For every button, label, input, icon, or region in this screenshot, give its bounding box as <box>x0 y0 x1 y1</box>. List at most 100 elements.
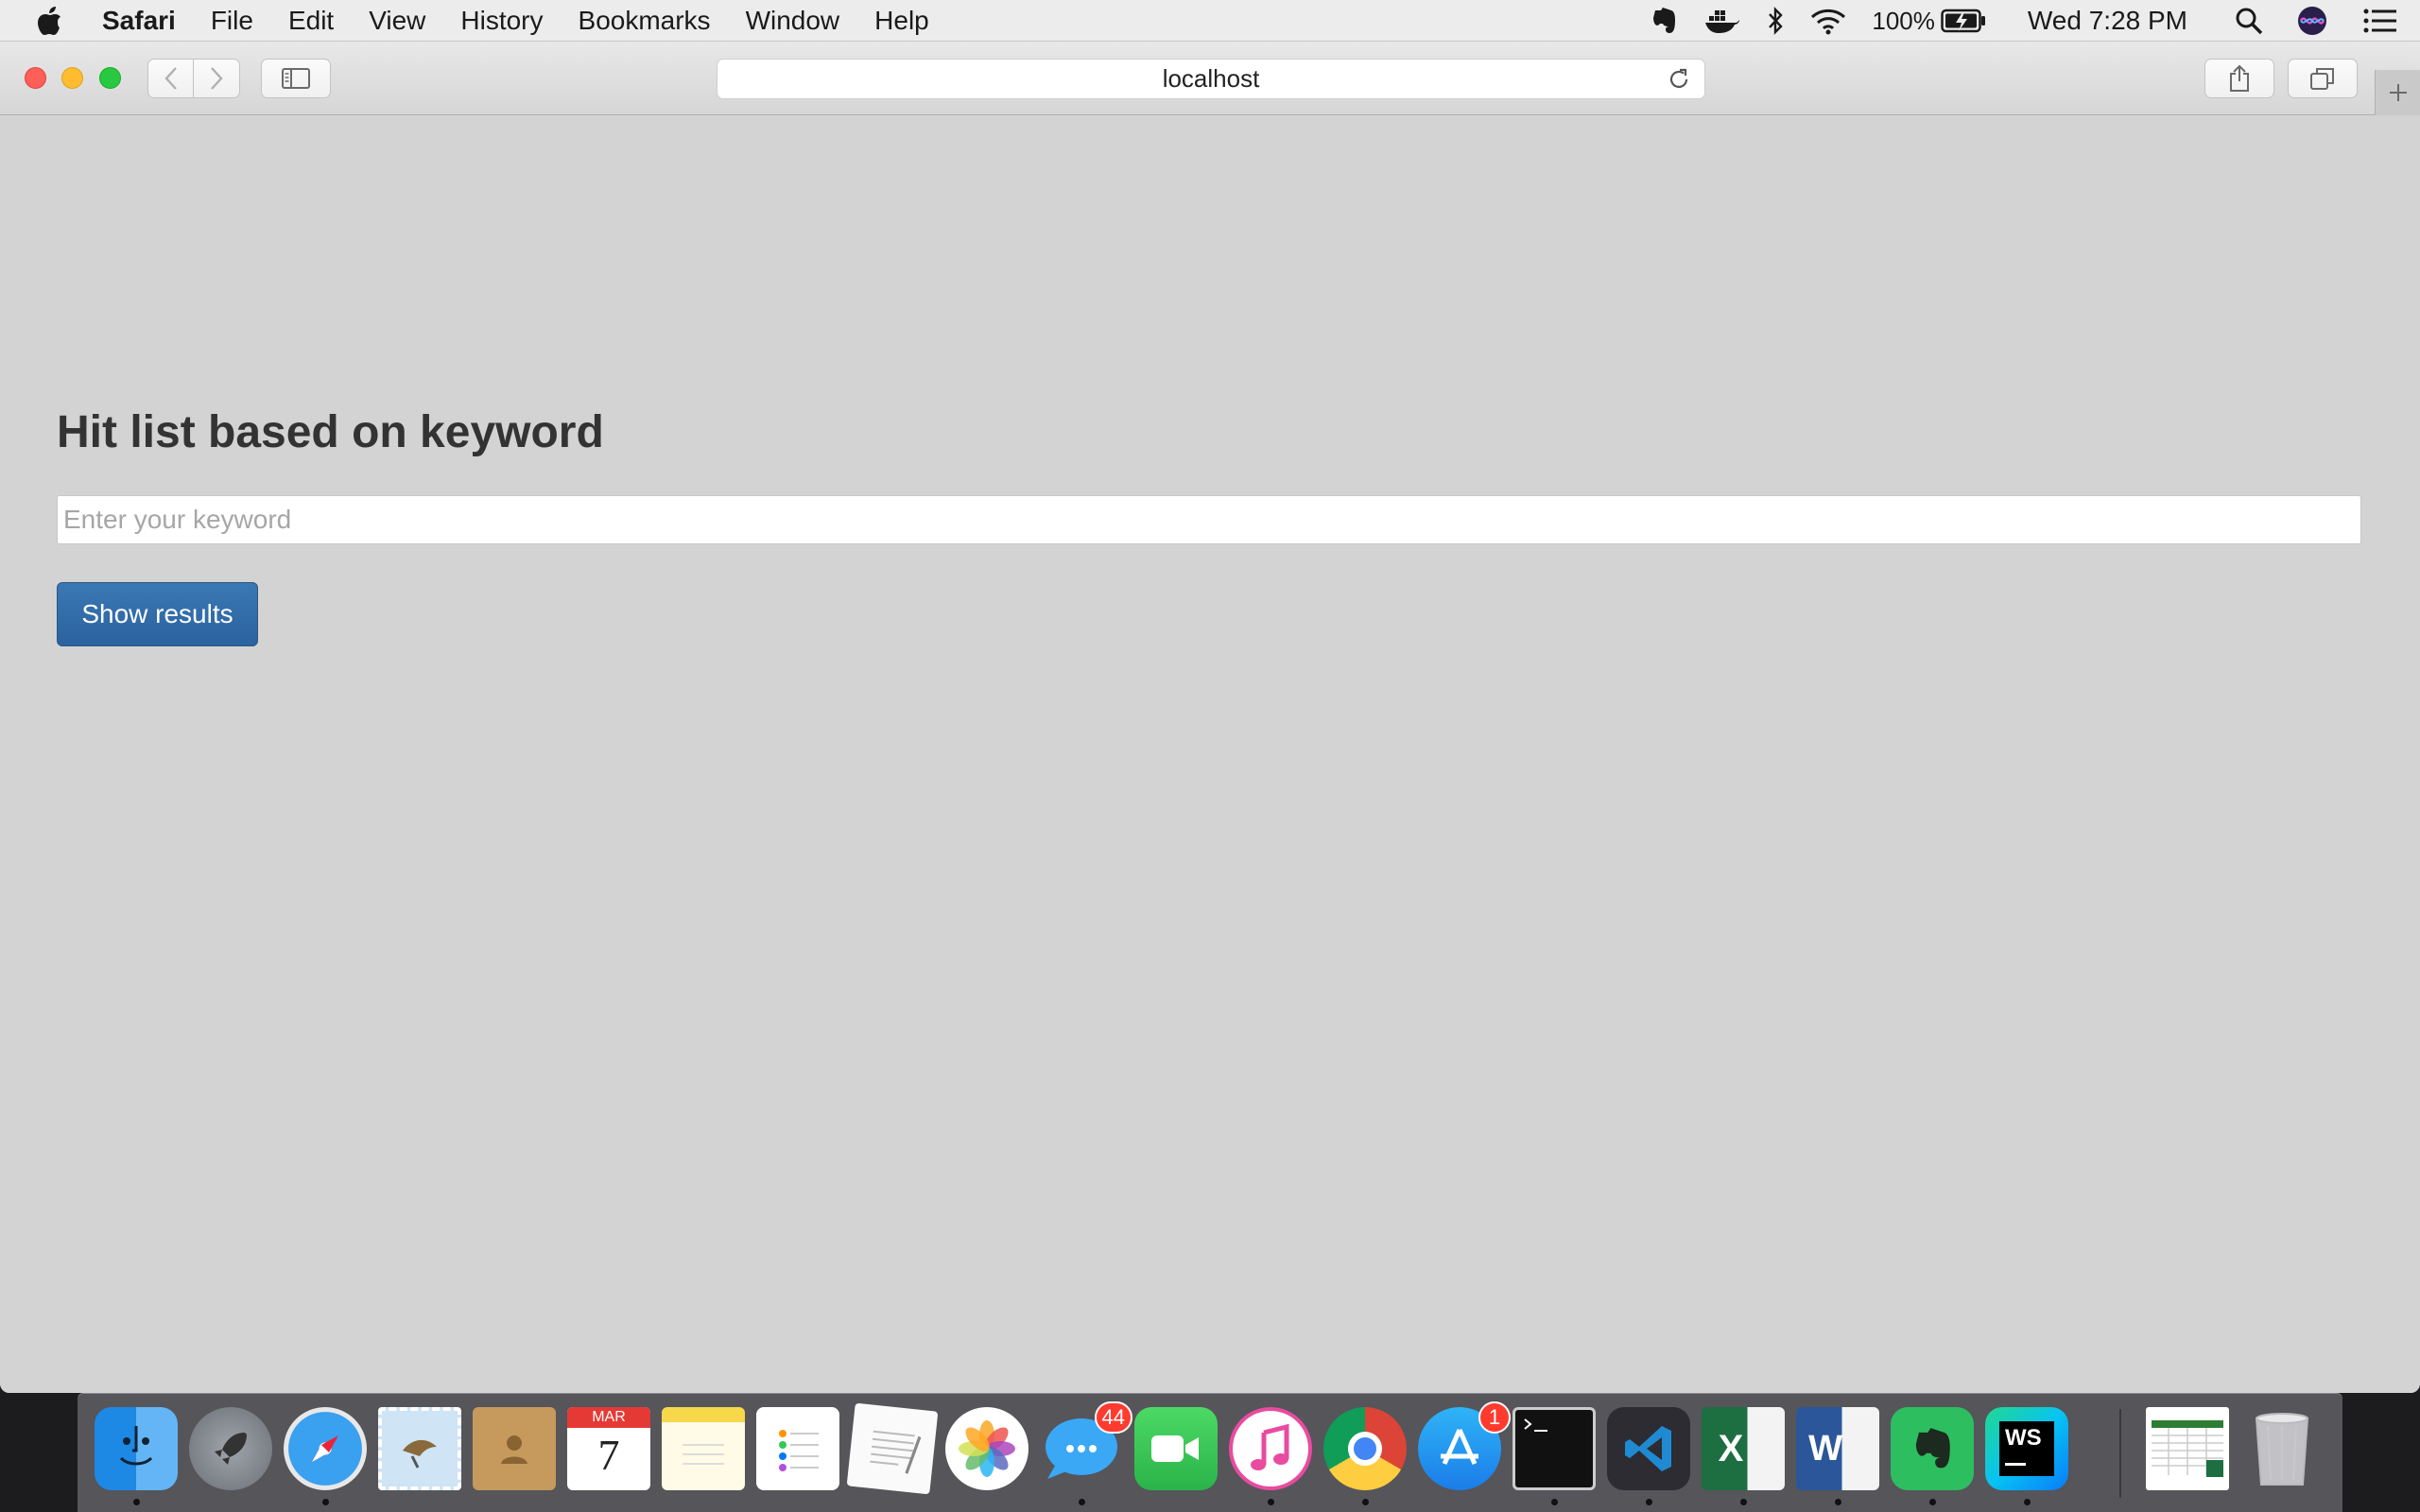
chrome-icon <box>1323 1407 1407 1490</box>
menu-edit[interactable]: Edit <box>288 6 334 36</box>
notes-icon <box>662 1407 745 1490</box>
dock-trash[interactable] <box>2240 1407 2324 1490</box>
contacts-book-icon <box>473 1407 556 1490</box>
dock-photos[interactable] <box>945 1407 1028 1490</box>
facetime-icon <box>1134 1407 1218 1490</box>
docker-status-icon[interactable] <box>1703 7 1741 35</box>
forward-button[interactable] <box>193 59 240 98</box>
spotlight-search-icon[interactable] <box>2235 7 2263 35</box>
launchpad-rocket-icon <box>189 1407 272 1490</box>
address-bar[interactable]: localhost <box>717 59 1705 99</box>
menu-bar: Safari File Edit View History Bookmarks … <box>0 0 2420 42</box>
evernote-elephant-icon <box>1891 1407 1974 1490</box>
back-button[interactable] <box>147 59 194 98</box>
terminal-icon <box>1512 1407 1596 1490</box>
share-icon <box>2230 64 2249 92</box>
dock-messages[interactable]: 44 <box>1040 1401 1132 1505</box>
menu-view[interactable]: View <box>369 6 425 36</box>
chevron-left-icon <box>164 67 177 90</box>
safari-compass-icon <box>284 1407 367 1490</box>
reminders-icon <box>756 1407 839 1490</box>
menu-bookmarks[interactable]: Bookmarks <box>579 6 711 36</box>
mail-stamp-icon <box>378 1407 461 1490</box>
dock: MAR 7 44 1 X W WS <box>78 1393 2342 1512</box>
menu-window[interactable]: Window <box>746 6 840 36</box>
running-indicator <box>1551 1499 1558 1505</box>
dock-contacts[interactable] <box>473 1407 556 1490</box>
trash-icon <box>2240 1407 2324 1490</box>
dock-excel[interactable]: X <box>1702 1407 1785 1505</box>
dock-terminal[interactable] <box>1512 1407 1596 1505</box>
dock-reminders[interactable] <box>756 1407 839 1490</box>
dock-chrome[interactable] <box>1323 1407 1407 1505</box>
running-indicator <box>2024 1499 2031 1505</box>
word-icon: W <box>1796 1407 1879 1490</box>
running-indicator <box>1268 1499 1274 1505</box>
menu-history[interactable]: History <box>460 6 543 36</box>
battery-icon[interactable] <box>1941 9 1986 33</box>
dock-vscode[interactable] <box>1607 1407 1690 1505</box>
dock-finder[interactable] <box>95 1407 178 1505</box>
dock-webstorm[interactable]: WS <box>1985 1407 2068 1505</box>
dock-safari[interactable] <box>284 1407 367 1505</box>
notification-center-icon[interactable] <box>2363 9 2397 33</box>
menu-app-safari[interactable]: Safari <box>102 6 176 36</box>
dock-launchpad[interactable] <box>189 1407 272 1490</box>
apple-menu-icon[interactable] <box>36 6 74 36</box>
calendar-day: 7 <box>597 1431 620 1479</box>
keyword-input[interactable] <box>57 495 2361 544</box>
battery-percent-label: 100% <box>1872 6 1935 35</box>
window-close-button[interactable] <box>25 67 46 89</box>
dock-mail[interactable] <box>378 1407 461 1490</box>
calendar-month: MAR <box>567 1407 650 1428</box>
sidebar-icon <box>282 68 310 89</box>
running-indicator <box>1740 1499 1747 1505</box>
show-results-button[interactable]: Show results <box>57 582 258 646</box>
dock-app-store[interactable]: 1 <box>1418 1401 1511 1490</box>
sidebar-toggle-button[interactable] <box>261 59 331 98</box>
browser-toolbar: localhost <box>0 42 2420 115</box>
menu-file[interactable]: File <box>211 6 253 36</box>
running-indicator <box>1929 1499 1936 1505</box>
photos-flower-icon <box>945 1407 1028 1490</box>
battery-percent[interactable]: 100% <box>1872 7 1935 36</box>
calendar-icon: MAR 7 <box>567 1407 650 1490</box>
textedit-icon <box>846 1402 939 1495</box>
dock-excel-document[interactable] <box>2146 1407 2229 1490</box>
excel-icon: X <box>1702 1407 1785 1490</box>
tabs-overview-icon <box>2310 68 2334 90</box>
finder-icon <box>95 1407 178 1490</box>
address-text: localhost <box>1162 64 1260 93</box>
dock-textedit[interactable] <box>846 1402 939 1495</box>
wifi-icon[interactable] <box>1809 7 1847 35</box>
page-title: Hit list based on keyword <box>57 407 604 457</box>
running-indicator <box>1362 1499 1369 1505</box>
share-button[interactable] <box>2204 59 2274 98</box>
vscode-icon <box>1607 1407 1690 1490</box>
new-tab-button[interactable] <box>2375 70 2420 115</box>
dock-itunes[interactable] <box>1229 1407 1312 1505</box>
window-minimize-button[interactable] <box>61 67 83 89</box>
messages-badge: 44 <box>1094 1401 1132 1434</box>
dock-evernote[interactable] <box>1891 1407 1974 1505</box>
running-indicator <box>1646 1499 1652 1505</box>
evernote-status-icon[interactable] <box>1649 6 1679 36</box>
running-indicator <box>322 1499 329 1505</box>
chevron-right-icon <box>211 67 223 90</box>
reload-icon[interactable] <box>1667 67 1691 98</box>
dock-word[interactable]: W <box>1796 1407 1879 1505</box>
dock-facetime[interactable] <box>1134 1407 1218 1490</box>
clock[interactable]: Wed 7:28 PM <box>2028 6 2187 36</box>
dock-separator <box>2119 1409 2121 1498</box>
dock-notes[interactable] <box>662 1407 745 1490</box>
running-indicator <box>1079 1499 1085 1505</box>
show-tabs-button[interactable] <box>2288 59 2358 98</box>
dock-calendar[interactable]: MAR 7 <box>567 1407 650 1490</box>
siri-icon[interactable] <box>2297 6 2327 36</box>
safari-window: localhost Hit list based on keyword Show… <box>0 42 2420 1393</box>
menu-help[interactable]: Help <box>874 6 929 36</box>
window-zoom-button[interactable] <box>99 67 121 89</box>
spreadsheet-document-icon <box>2146 1407 2229 1490</box>
webstorm-icon: WS <box>1985 1407 2068 1490</box>
bluetooth-icon[interactable] <box>1766 6 1785 36</box>
